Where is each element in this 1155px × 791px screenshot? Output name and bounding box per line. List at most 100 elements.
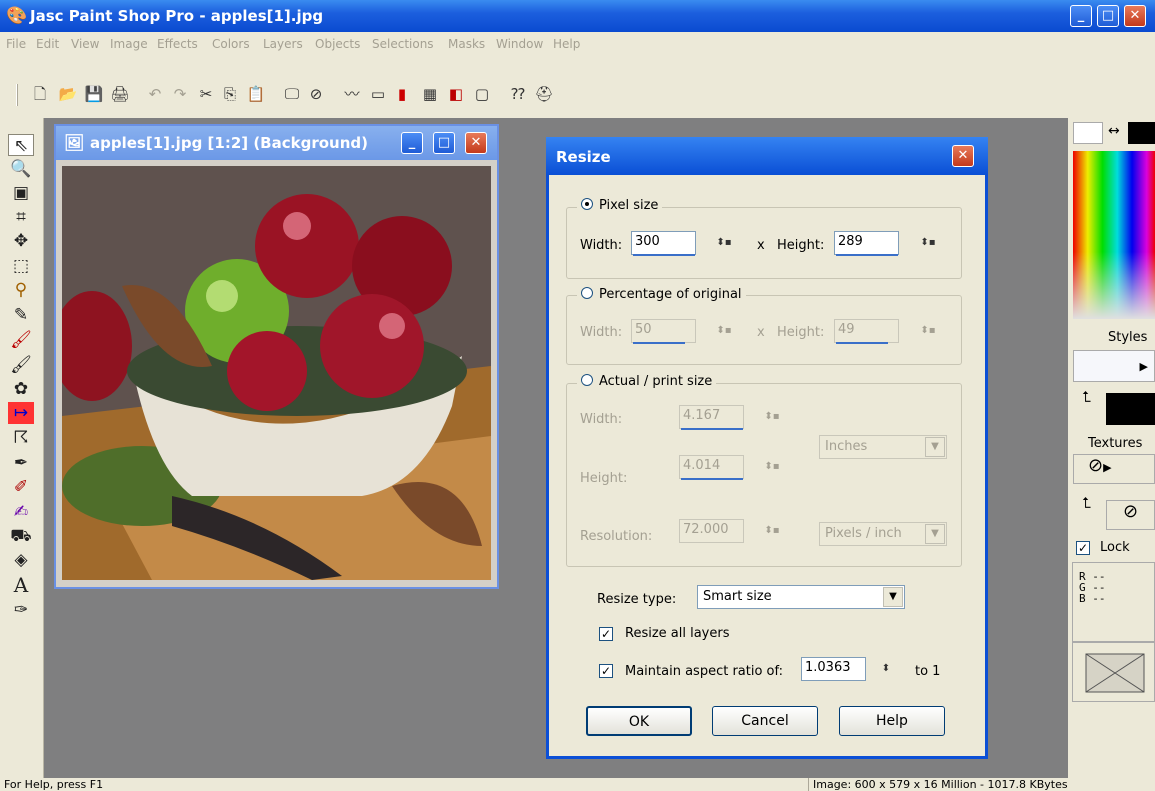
toolbar-palette-icon[interactable]: ▭ [368, 84, 388, 104]
menu-edit[interactable]: Edit [36, 37, 59, 51]
menu-window[interactable]: Window [496, 37, 543, 51]
pixel-size-radio[interactable]: Pixel size [577, 198, 663, 213]
redo-icon[interactable]: ↷ [170, 84, 190, 104]
paste-icon[interactable]: 📋 [246, 84, 266, 104]
maximize-button[interactable]: □ [1097, 5, 1119, 27]
save-icon[interactable]: 💾 [84, 84, 104, 104]
print-width-input[interactable]: 4.167 [679, 405, 744, 429]
menu-layers[interactable]: Layers [263, 37, 303, 51]
dialog-close-button[interactable]: ✕ [952, 145, 974, 167]
pixel-width-input[interactable]: 300 [631, 231, 696, 255]
image-window-title-bar[interactable]: 🖼 apples[1].jpg [1:2] (Background) _ □ ✕ [56, 126, 497, 160]
layers-palette-icon[interactable]: ◧ [446, 84, 466, 104]
percent-width-spinner[interactable]: ⬍▪ [709, 320, 739, 342]
foreground-swatch-small[interactable] [1073, 122, 1103, 144]
eraser-tool-icon[interactable]: ✒ [8, 452, 34, 474]
flood-fill-icon[interactable]: ⛟ [8, 525, 34, 547]
jasc-software-icon[interactable]: ⛑ [534, 84, 554, 104]
menu-file[interactable]: File [6, 37, 26, 51]
app-title-bar[interactable]: 🎨 Jasc Paint Shop Pro - apples[1].jpg _ … [0, 0, 1155, 32]
context-help-icon[interactable]: ⁇ [508, 84, 528, 104]
background-texture-swatch[interactable]: ⊘ [1106, 500, 1155, 530]
image-window[interactable]: 🖼 apples[1].jpg [1:2] (Background) _ □ ✕ [54, 124, 499, 589]
resize-type-select[interactable]: Smart size ▼ [697, 585, 905, 609]
freehand-tool-icon[interactable]: ⚲ [8, 279, 34, 301]
undo-icon[interactable]: ↶ [145, 84, 165, 104]
retouch-tool-icon[interactable]: ↦ [8, 402, 34, 424]
minimize-button[interactable]: _ [1070, 5, 1092, 27]
foreground-texture-swatch[interactable]: ⊘▶ [1073, 454, 1155, 484]
menu-view[interactable]: View [71, 37, 99, 51]
background-swatch-small[interactable] [1128, 122, 1155, 144]
menu-help[interactable]: Help [553, 37, 580, 51]
mover-tool-icon[interactable]: ✥ [8, 230, 34, 252]
print-size-radio[interactable]: Actual / print size [577, 374, 717, 389]
dialog-title-bar[interactable]: Resize ✕ [546, 137, 988, 175]
swap-colors-icon[interactable]: ↔ [1108, 123, 1120, 139]
full-screen-preview-icon[interactable]: 🖵 [282, 84, 302, 104]
resolution-units-select[interactable]: Pixels / inch ▼ [819, 522, 947, 546]
close-button[interactable]: ✕ [1124, 5, 1146, 27]
arrow-tool-icon[interactable]: ⇖ [8, 134, 34, 156]
menu-masks[interactable]: Masks [448, 37, 485, 51]
new-file-icon[interactable]: 🗋 [30, 84, 50, 104]
apples-photo[interactable] [62, 166, 491, 580]
print-units-select[interactable]: Inches ▼ [819, 435, 947, 459]
menu-effects[interactable]: Effects [157, 37, 198, 51]
color-replacer-icon[interactable]: ✿ [8, 378, 34, 400]
selection-tool-icon[interactable]: ⬚ [8, 255, 34, 277]
aspect-ratio-spinner[interactable]: ⬍ [871, 658, 901, 680]
dropper-tool-icon[interactable]: ✎ [8, 304, 34, 326]
menu-colors[interactable]: Colors [212, 37, 250, 51]
histogram-icon[interactable]: ▦ [420, 84, 440, 104]
scratch-remover-icon[interactable]: ☈ [8, 427, 34, 449]
percent-height-input[interactable]: 49 [834, 319, 899, 343]
image-close-button[interactable]: ✕ [465, 132, 487, 154]
cancel-button[interactable]: Cancel [712, 706, 818, 736]
overview-icon[interactable]: ▢ [472, 84, 492, 104]
paint-brush-icon[interactable]: 🖌 [8, 329, 34, 351]
percentage-radio[interactable]: Percentage of original [577, 287, 746, 302]
percent-height-spinner[interactable]: ⬍▪ [913, 320, 943, 342]
maintain-aspect-checkbox[interactable]: ✓ [599, 664, 613, 678]
pixel-height-input[interactable]: 289 [834, 231, 899, 255]
color-palette-icon[interactable]: ▮ [392, 84, 412, 104]
background-style-swatch[interactable] [1106, 393, 1155, 425]
color-spectrum[interactable] [1073, 151, 1155, 319]
menu-selections[interactable]: Selections [372, 37, 434, 51]
deform-tool-icon[interactable]: ▣ [8, 182, 34, 204]
pixel-height-spinner[interactable]: ⬍▪ [913, 232, 943, 254]
aspect-ratio-input[interactable]: 1.0363 [801, 657, 866, 681]
cut-icon[interactable]: ✂ [196, 84, 216, 104]
text-fill-icon[interactable]: ◈ [8, 549, 34, 571]
print-icon[interactable]: 🖨 [110, 84, 130, 104]
zoom-tool-icon[interactable]: 🔍 [8, 158, 34, 180]
tool-options-icon[interactable]: 〰 [342, 84, 362, 104]
picture-tube-icon[interactable]: ✐ [8, 476, 34, 498]
print-height-input[interactable]: 4.014 [679, 455, 744, 479]
image-maximize-button[interactable]: □ [433, 132, 455, 154]
resize-all-layers-checkbox[interactable]: ✓ [599, 627, 613, 641]
resolution-spinner[interactable]: ⬍▪ [757, 520, 787, 542]
menu-objects[interactable]: Objects [315, 37, 360, 51]
menu-image[interactable]: Image [110, 37, 148, 51]
styles-swatch[interactable]: ▶ [1073, 350, 1155, 382]
percent-width-input[interactable]: 50 [631, 319, 696, 343]
no-selection-icon[interactable]: ⊘ [306, 84, 326, 104]
image-minimize-button[interactable]: _ [401, 132, 423, 154]
lock-checkbox[interactable]: ✓ [1076, 541, 1090, 555]
print-height-spinner[interactable]: ⬍▪ [757, 456, 787, 478]
clone-brush-icon[interactable]: 🖌 [8, 354, 34, 376]
swap-textures-icon[interactable]: ⮤ [1082, 494, 1091, 512]
copy-icon[interactable]: ⎘ [220, 84, 240, 104]
open-folder-icon[interactable]: 📂 [58, 84, 78, 104]
pixel-width-spinner[interactable]: ⬍▪ [709, 232, 739, 254]
text-tool-icon[interactable]: A [8, 574, 34, 596]
print-width-spinner[interactable]: ⬍▪ [757, 406, 787, 428]
crop-tool-icon[interactable]: ⌗ [8, 206, 34, 228]
swap-styles-icon[interactable]: ⮤ [1082, 388, 1091, 406]
airbrush-icon[interactable]: ✍ [8, 501, 34, 523]
draw-tool-icon[interactable]: ✑ [8, 599, 34, 621]
ok-button[interactable]: OK [586, 706, 692, 736]
help-button[interactable]: Help [839, 706, 945, 736]
